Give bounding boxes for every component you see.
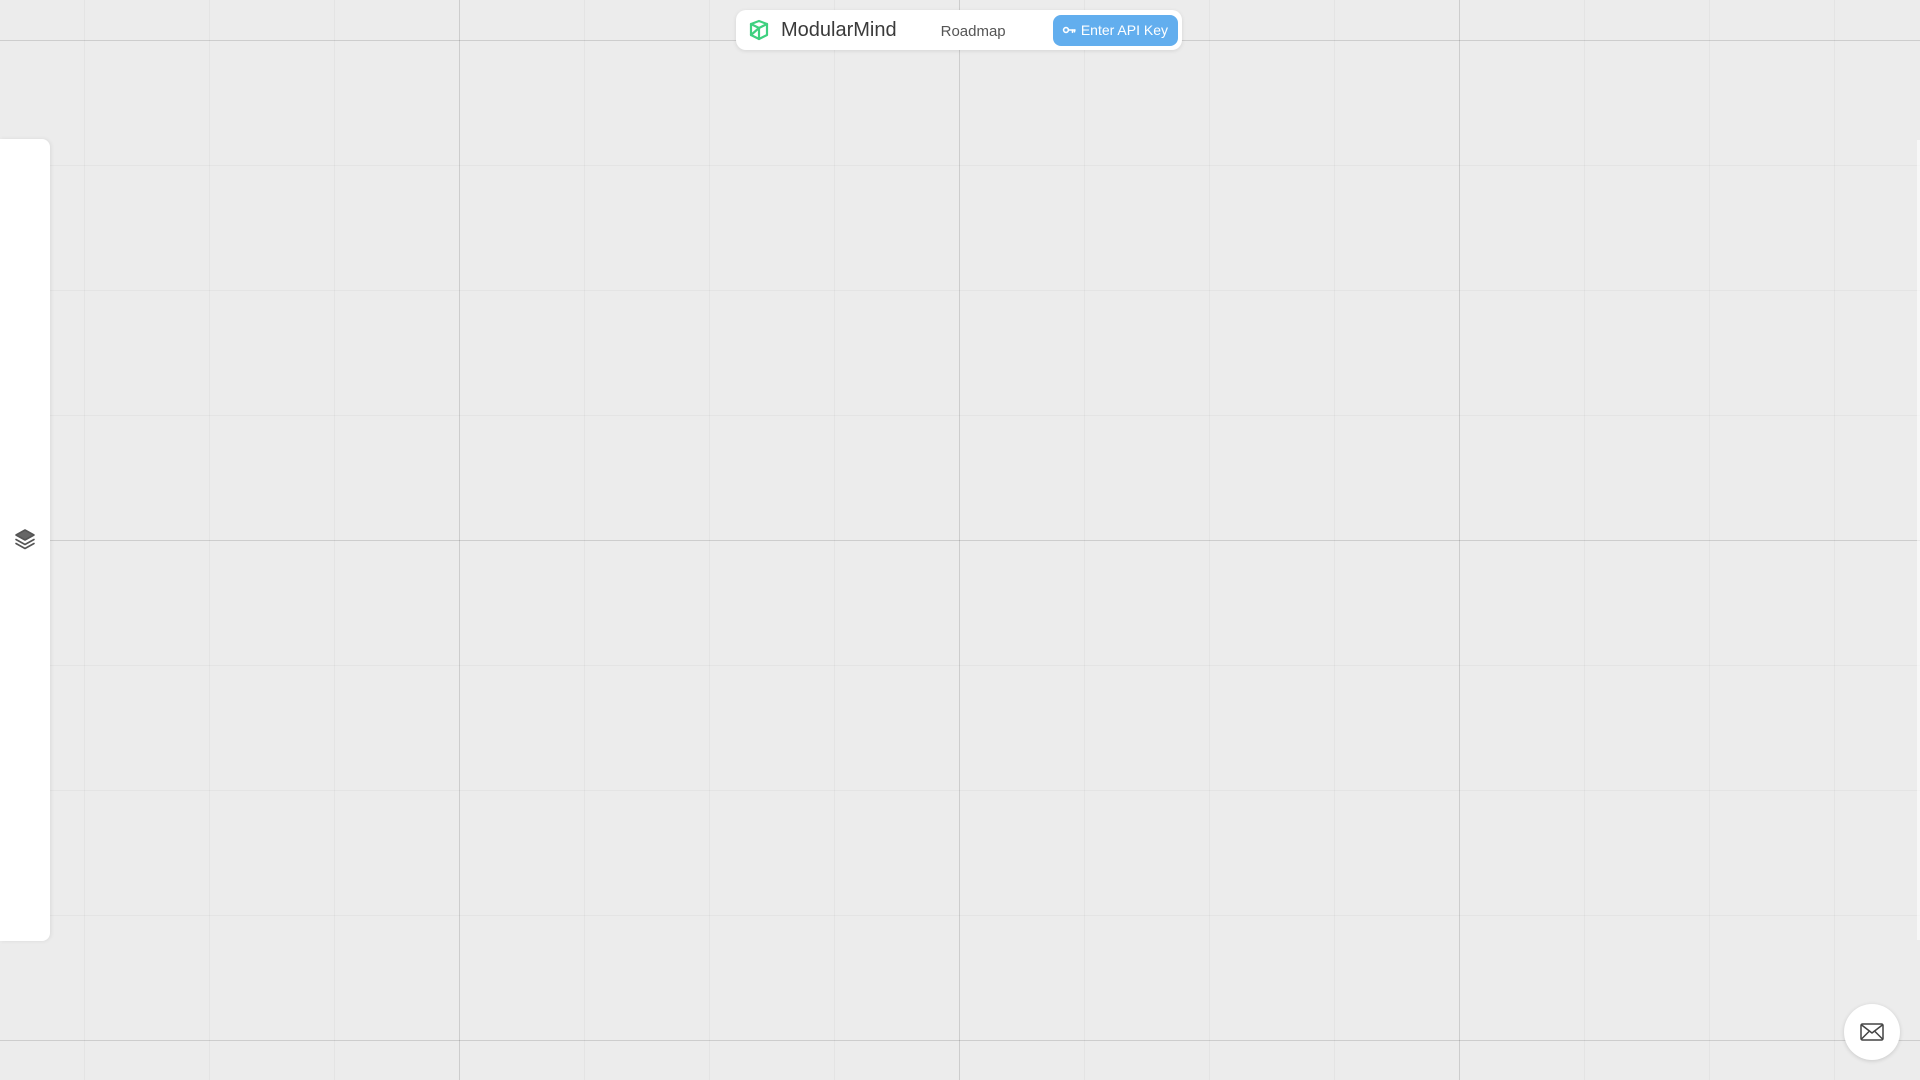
mail-icon bbox=[1860, 1023, 1884, 1041]
mail-button[interactable] bbox=[1844, 1004, 1900, 1060]
left-side-panel bbox=[0, 139, 50, 941]
enter-api-key-label: Enter API Key bbox=[1080, 22, 1168, 38]
enter-api-key-button[interactable]: Enter API Key bbox=[1052, 14, 1178, 46]
brand-name[interactable]: ModularMind bbox=[781, 19, 897, 42]
roadmap-link[interactable]: Roadmap bbox=[941, 20, 1006, 40]
top-navigation-bar: ModularMind Roadmap Enter API Key bbox=[736, 10, 1182, 50]
grid-canvas[interactable] bbox=[0, 0, 1920, 1080]
key-icon bbox=[1062, 23, 1076, 37]
layers-icon[interactable] bbox=[13, 527, 37, 551]
modularmind-logo-icon[interactable] bbox=[746, 17, 772, 43]
